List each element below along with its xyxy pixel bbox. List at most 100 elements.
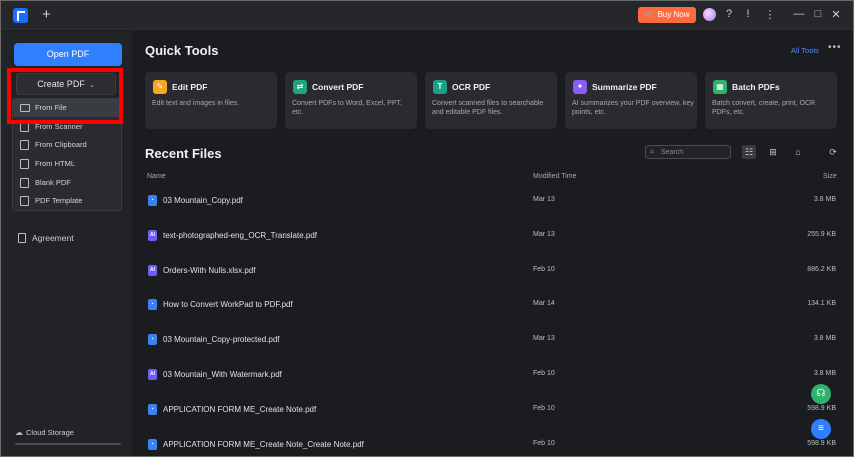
file-name: How to Convert WorkPad to PDF.pdf (163, 300, 293, 310)
file-size: 255.9 KB (807, 230, 836, 238)
file-modified-time: Mar 13 (533, 196, 555, 203)
tool-card-title: Convert PDF (312, 82, 364, 92)
table-row[interactable]: AI text-photographed-eng_OCR_Translate.pd… (140, 220, 844, 254)
clipboard-icon (20, 140, 29, 150)
more-horizontal-icon[interactable]: ••• (828, 42, 842, 53)
tool-card-title: Batch PDFs (732, 82, 780, 92)
search-input[interactable] (661, 147, 727, 157)
feedback-icon[interactable]: ≡ (811, 419, 831, 439)
table-row[interactable]: ▪ 03 Mountain_Copy-protected.pdf Mar 13 3.8… (140, 324, 844, 358)
column-header-modified[interactable]: Modified Time (533, 173, 577, 180)
file-size: 598.9 KB (807, 439, 836, 447)
file-name: 03 Mountain_Copy-protected.pdf (163, 335, 280, 345)
search-icon: ⌕ (650, 147, 655, 156)
tool-card-ocr-pdf[interactable]: T OCR PDF Convert scanned files to searc… (425, 72, 557, 129)
support-headset-icon[interactable]: ☊ (811, 384, 831, 404)
file-size: 3.8 MB (813, 335, 836, 343)
file-name: 03 Mountain_Copy.pdf (163, 196, 243, 205)
file-name: text-photographed-eng_OCR_Translate.pdf (163, 230, 318, 240)
pdf-file-icon: ▪ (148, 299, 157, 311)
open-pdf-button[interactable]: Open PDF (14, 43, 122, 66)
sidebar-item-cloud-storage[interactable]: ☁ Cloud Storage (15, 428, 74, 437)
dropdown-item-from-html[interactable]: From HTML (13, 155, 121, 173)
grid-view-icon[interactable]: ⊞ (766, 145, 780, 159)
title-bar: + 🛒 Buy Now ? ! ⋮ — □ ✕ (0, 0, 854, 30)
tool-card-desc: Edit text and images in files. (152, 100, 240, 107)
blank-page-icon (20, 178, 29, 188)
tool-card-desc: Convert scanned files to searchable and … (432, 100, 544, 116)
search-box[interactable]: ⌕ (645, 145, 731, 159)
table-row[interactable]: AI Orders-With Nulls.xlsx.pdf Feb 10 886.2 … (140, 255, 844, 289)
table-row[interactable]: ▪ APPLICATION FORM ME_Create Note.pdf Feb … (140, 394, 844, 428)
sidebar-item-agreement[interactable]: Agreement (18, 233, 74, 243)
file-size: 886.2 KB (807, 265, 836, 273)
table-row[interactable]: ▪ How to Convert WorkPad to PDF.pdf Mar 14… (140, 289, 844, 323)
cloud-storage-bar (15, 443, 121, 445)
buy-now-label: Buy Now (657, 10, 690, 19)
column-header-name[interactable]: Name (147, 173, 166, 180)
tool-card-desc: AI summarizes your PDF overview, key poi… (572, 100, 694, 116)
file-size: 3.8 MB (813, 370, 836, 377)
cart-icon: 🛒 (644, 10, 655, 19)
plus-icon[interactable]: + (42, 6, 51, 23)
table-row[interactable]: ▪ 03 Mountain_Copy.pdf Mar 13 3.8 MB (140, 185, 844, 219)
tool-card-title: OCR PDF (452, 82, 491, 92)
archive-icon[interactable]: ⌂ (791, 145, 805, 159)
list-view-icon[interactable]: ☷ (742, 145, 756, 159)
dropdown-item-label: Blank PDF (35, 178, 71, 187)
pdf-file-icon: ▪ (148, 438, 157, 450)
cloud-icon: ☁ (15, 428, 23, 437)
quick-tools-title: Quick Tools (145, 43, 219, 58)
file-modified-time: Feb 10 (533, 404, 555, 412)
file-modified-time: Mar 13 (533, 230, 555, 238)
dropdown-item-label: From Clipboard (35, 140, 87, 149)
pdf-file-icon: ▪ (148, 403, 157, 415)
tool-card-desc: Convert PDFs to Word, Excel, PPT, etc. (292, 100, 402, 116)
dropdown-item-pdf-template[interactable]: PDF Template (13, 192, 121, 210)
file-name: 03 Mountain_With Watermark.pdf (163, 370, 282, 379)
refresh-icon[interactable]: ⟳ (826, 145, 840, 159)
document-icon (18, 233, 26, 243)
sidebar-item-label: Agreement (32, 233, 74, 243)
pdf-file-icon: AI (148, 229, 157, 241)
file-modified-time: Feb 10 (533, 439, 555, 447)
file-size: 598.9 KB (807, 404, 836, 412)
tool-card-batch-pdfs[interactable]: ▦ Batch PDFs Batch convert, create, prin… (705, 72, 837, 129)
more-vertical-icon[interactable]: ⋮ (763, 8, 777, 21)
pdf-file-icon: AI (148, 369, 157, 380)
html-icon (20, 159, 29, 169)
highlight-annotation (7, 68, 123, 124)
all-tools-link[interactable]: All Tools (791, 46, 819, 55)
pdf-file-icon: AI (148, 264, 157, 276)
dropdown-item-from-clipboard[interactable]: From Clipboard (13, 136, 121, 154)
file-modified-time: Mar 13 (533, 335, 555, 343)
tool-card-convert-pdf[interactable]: ⇄ Convert PDF Convert PDFs to Word, Exce… (285, 72, 417, 129)
info-icon[interactable]: ! (741, 8, 755, 20)
dropdown-item-label: From HTML (35, 159, 75, 168)
tool-card-edit-pdf[interactable]: ✎ Edit PDF Edit text and images in files… (145, 72, 277, 129)
avatar[interactable] (703, 8, 716, 21)
tool-card-desc: Batch convert, create, print, OCR PDFs, … (712, 100, 816, 116)
column-header-size[interactable]: Size (823, 173, 837, 180)
dropdown-item-label: PDF Template (35, 196, 83, 205)
convert-pdf-icon: ⇄ (293, 80, 307, 94)
file-modified-time: Mar 14 (533, 300, 555, 308)
maximize-icon[interactable]: □ (811, 8, 825, 20)
tool-card-summarize-pdf[interactable]: ✦ Summarize PDF AI summarizes your PDF o… (565, 72, 697, 129)
close-icon[interactable]: ✕ (829, 8, 843, 21)
template-icon (20, 196, 29, 206)
edit-pdf-icon: ✎ (153, 80, 167, 94)
dropdown-item-blank-pdf[interactable]: Blank PDF (13, 174, 121, 192)
table-row[interactable]: ▪ APPLICATION FORM ME_Create Note_Create … (140, 429, 844, 457)
file-modified-time: Feb 10 (533, 265, 555, 273)
ocr-pdf-icon: T (433, 80, 447, 94)
table-row[interactable]: AI 03 Mountain_With Watermark.pdf Feb 10 3.… (140, 359, 844, 393)
tool-card-title: Edit PDF (172, 82, 208, 92)
file-name: Orders-With Nulls.xlsx.pdf (163, 265, 256, 275)
buy-now-button[interactable]: 🛒 Buy Now (638, 7, 696, 23)
file-modified-time: Feb 10 (533, 370, 555, 377)
minimize-icon[interactable]: — (792, 8, 806, 20)
help-icon[interactable]: ? (722, 8, 736, 20)
recent-files-title: Recent Files (145, 146, 222, 161)
file-name: APPLICATION FORM ME_Create Note_Create N… (163, 439, 364, 449)
